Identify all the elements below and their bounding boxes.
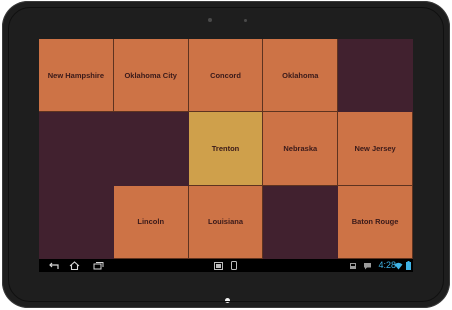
grid-tile (39, 185, 114, 259)
back-icon[interactable] (46, 261, 60, 270)
phone-icon[interactable] (230, 261, 238, 270)
chat-icon (362, 261, 372, 270)
recent-apps-icon[interactable] (92, 261, 104, 270)
storage-icon (348, 261, 357, 270)
light-sensor (244, 19, 247, 22)
grid-tile[interactable]: New Jersey (338, 112, 413, 186)
grid-tile (113, 112, 189, 186)
grid-tile[interactable]: New Hampshire (39, 39, 114, 113)
front-camera (208, 18, 212, 22)
notification-led (225, 298, 230, 303)
screenshot-icon[interactable] (213, 261, 223, 270)
grid-tile[interactable]: Oklahoma (263, 39, 339, 113)
grid-tile (39, 112, 114, 186)
grid-tile[interactable]: Louisiana (188, 185, 264, 259)
grid-tile[interactable]: Oklahoma City (113, 39, 189, 113)
app-screen: New Hampshire Oklahoma City Concord Okla… (39, 39, 413, 272)
grid-tile[interactable]: Lincoln (113, 185, 189, 259)
home-icon[interactable] (68, 261, 80, 270)
matching-grid: New Hampshire Oklahoma City Concord Okla… (39, 39, 413, 259)
grid-tile[interactable]: Baton Rouge (338, 185, 413, 259)
system-navbar: 4:28 (39, 259, 413, 272)
battery-icon (405, 261, 411, 270)
grid-tile[interactable]: Trenton (188, 112, 264, 186)
grid-tile[interactable]: Concord (188, 39, 264, 113)
grid-tile (338, 39, 413, 113)
wifi-icon (394, 261, 403, 270)
grid-tile (263, 185, 339, 259)
grid-tile[interactable]: Nebraska (263, 112, 339, 186)
